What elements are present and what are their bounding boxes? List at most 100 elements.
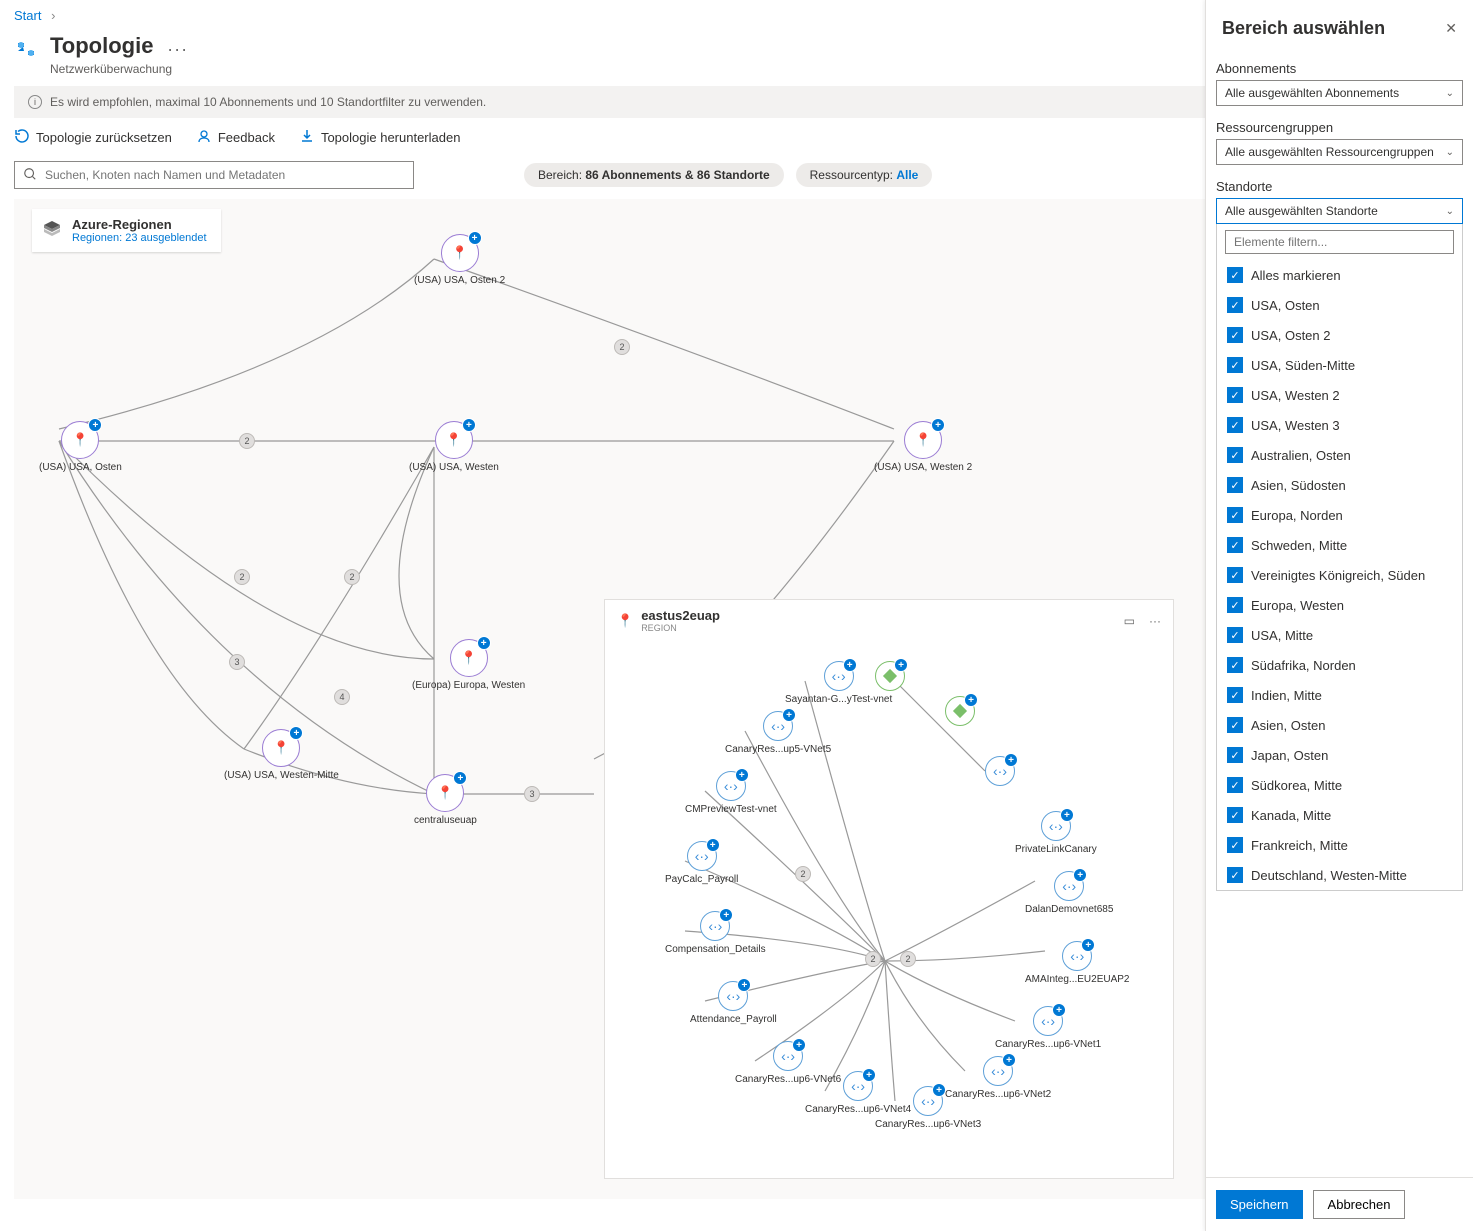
vnet-node[interactable]: ‹·›+AMAInteg...EU2EUAP2 [1025,941,1130,985]
close-icon[interactable]: ✕ [1445,20,1457,37]
save-button[interactable]: Speichern [1216,1190,1303,1219]
location-label: USA, Süden-Mitte [1251,358,1355,373]
search-box[interactable] [14,161,414,189]
download-topology-button[interactable]: Topologie herunterladen [299,128,461,147]
region-node-westcentralus[interactable]: 📍+ (USA) USA, Westen-Mitte [224,729,339,781]
location-option[interactable]: ✓ USA, Süden-Mitte [1217,350,1462,380]
collapse-icon[interactable]: ▭ [1124,614,1135,628]
layers-icon [40,217,64,241]
feedback-button[interactable]: Feedback [196,128,275,147]
region-node-westus2[interactable]: 📍+ (USA) USA, Westen 2 [874,421,972,473]
edge-count: 2 [865,951,881,967]
edge-count: 2 [795,866,811,882]
resource-type-pill[interactable]: Ressourcentyp: Alle [796,163,933,187]
vnet-node[interactable]: ‹·›+CanaryRes...up5-VNet5 [725,711,831,755]
vnet-node[interactable]: ‹·›+Attendance_Payroll [690,981,777,1025]
vnet-node[interactable]: ‹·›+CanaryRes...up6-VNet3 [875,1086,981,1130]
layers-card[interactable]: Azure-Regionen Regionen: 23 ausgeblendet [32,209,221,252]
location-option[interactable]: ✓Schweden, Mitte [1217,530,1462,560]
edge-count: 3 [229,654,245,670]
location-option[interactable]: ✓Deutschland, Westen-Mitte [1217,860,1462,890]
vnet-node[interactable]: ‹·›+ [985,756,1015,786]
location-option[interactable]: ✓Asien, Südosten [1217,470,1462,500]
checkbox-icon: ✓ [1227,867,1243,883]
subscriptions-select[interactable]: Alle ausgewählten Abonnements ⌄ [1216,80,1463,106]
more-actions[interactable]: ··· [167,39,188,59]
location-label: Indien, Mitte [1251,688,1322,703]
location-option[interactable]: ✓USA, Osten [1217,290,1462,320]
search-input[interactable] [45,168,405,182]
checkbox-icon: ✓ [1227,537,1243,553]
location-label: Europa, Norden [1251,508,1343,523]
region-node-centraluseuap[interactable]: 📍+ centraluseuap [414,774,477,826]
edge-count: 2 [344,569,360,585]
edge-count: 2 [614,339,630,355]
locations-dropdown: ✓ Alles markieren ✓USA, Osten✓USA, Osten… [1216,224,1463,891]
resource-groups-label: Ressourcengruppen [1216,120,1463,135]
reset-topology-button[interactable]: Topologie zurücksetzen [14,128,172,147]
peer-node[interactable]: + [945,696,975,726]
location-option[interactable]: ✓ Europa, Norden [1217,500,1462,530]
location-label: Kanada, Mitte [1251,808,1331,823]
checkbox-icon: ✓ [1227,567,1243,583]
vnet-node[interactable]: ‹·›+PrivateLinkCanary [1015,811,1097,855]
locations-label: Standorte [1216,179,1463,194]
region-node-westus[interactable]: 📍+ (USA) USA, Westen [409,421,499,473]
checkbox-icon: ✓ [1227,657,1243,673]
location-option[interactable]: ✓Indien, Mitte [1217,680,1462,710]
peer-node[interactable]: + [875,661,905,691]
location-label: USA, Osten 2 [1251,328,1330,343]
location-option[interactable]: ✓USA, Westen 3 [1217,410,1462,440]
location-option[interactable]: ✓Vereinigtes Königreich, Süden [1217,560,1462,590]
resource-groups-select[interactable]: Alle ausgewählten Ressourcengruppen ⌄ [1216,139,1463,165]
checkbox-icon: ✓ [1227,627,1243,643]
location-label: USA, Mitte [1251,628,1313,643]
breadcrumb-start[interactable]: Start [14,8,41,23]
checkbox-icon: ✓ [1227,387,1243,403]
vnet-node[interactable]: ‹·›+DalanDemovnet685 [1025,871,1113,915]
checkbox-icon: ✓ [1227,357,1243,373]
vnet-node[interactable]: ‹·›+CMPreviewTest-vnet [685,771,777,815]
locations-select[interactable]: Alle ausgewählten Standorte ⌄ [1216,198,1463,224]
checkbox-icon: ✓ [1227,297,1243,313]
checkbox-icon: ✓ [1227,507,1243,523]
checkbox-icon: ✓ [1227,327,1243,343]
edge-count: 2 [234,569,250,585]
location-option[interactable]: ✓Asien, Osten [1217,710,1462,740]
location-option[interactable]: ✓Südkorea, Mitte [1217,770,1462,800]
location-option[interactable]: ✓Japan, Osten [1217,740,1462,770]
location-option[interactable]: ✓Kanada, Mitte [1217,800,1462,830]
select-all-row[interactable]: ✓ Alles markieren [1217,260,1462,290]
layers-subtitle[interactable]: Regionen: 23 ausgeblendet [72,232,207,244]
page-title: Topologie [50,33,153,59]
location-option[interactable]: ✓Frankreich, Mitte [1217,830,1462,860]
region-node-eastus[interactable]: 📍+ (USA) USA, Osten [39,421,122,473]
breadcrumb-separator: › [51,8,55,23]
region-node-westeurope[interactable]: 📍+ (Europa) Europa, Westen [412,639,525,691]
cancel-button[interactable]: Abbrechen [1313,1190,1406,1219]
scope-pill[interactable]: Bereich: 86 Abonnements & 86 Standorte [524,163,784,187]
location-option[interactable]: ✓Südafrika, Norden [1217,650,1462,680]
chevron-down-icon: ⌄ [1446,206,1454,217]
location-label: USA, Westen 2 [1251,388,1340,403]
chevron-down-icon: ⌄ [1446,88,1454,99]
location-option[interactable]: ✓Europa, Westen [1217,590,1462,620]
location-option[interactable]: ✓ USA, Mitte [1217,620,1462,650]
panel-title: Bereich auswählen [1222,18,1385,39]
filter-input[interactable] [1225,230,1454,254]
checkbox-icon: ✓ [1227,747,1243,763]
feedback-icon [196,128,212,147]
location-label: Südkorea, Mitte [1251,778,1342,793]
checkbox-icon: ✓ [1227,837,1243,853]
vnet-node[interactable]: ‹·›+Compensation_Details [665,911,766,955]
vnet-node[interactable]: ‹·›+PayCalc_Payroll [665,841,738,885]
region-node-eastus2[interactable]: 📍+ (USA) USA, Osten 2 [414,234,505,286]
location-option[interactable]: ✓ USA, Westen 2 [1217,380,1462,410]
vnet-node[interactable]: ‹·›+CanaryRes...up6-VNet1 [995,1006,1101,1050]
location-option[interactable]: ✓Australien, Osten [1217,440,1462,470]
location-label: Asien, Osten [1251,718,1325,733]
location-option[interactable]: ✓ USA, Osten 2 [1217,320,1462,350]
search-icon [23,167,37,184]
subscriptions-label: Abonnements [1216,61,1463,76]
more-icon[interactable]: ··· [1149,614,1161,628]
